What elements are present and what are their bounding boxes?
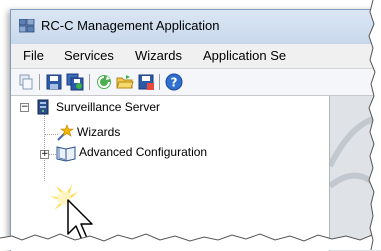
help-icon[interactable]: ? [165, 73, 183, 91]
torn-edge-right [368, 0, 381, 250]
menu-file[interactable]: File [23, 47, 44, 64]
tree-item-wizards[interactable]: Wizards [77, 125, 120, 139]
collapse-toggle[interactable]: − [20, 102, 29, 112]
save-icon[interactable] [45, 73, 63, 91]
wizard-icon [57, 124, 74, 141]
menu-bar: File Services Wizards Application Se [11, 44, 381, 69]
menu-wizards[interactable]: Wizards [135, 47, 182, 64]
menu-application-settings[interactable]: Application Se [203, 47, 286, 64]
save-all-icon[interactable] [66, 73, 84, 91]
copy-icon[interactable] [17, 73, 35, 91]
torn-edge-bottom [0, 233, 381, 250]
toolbar-separator [39, 74, 40, 90]
menu-services[interactable]: Services [64, 47, 114, 64]
app-icon [19, 19, 35, 33]
window-title: RC-C Management Application [41, 18, 220, 33]
refresh-icon[interactable] [95, 73, 113, 91]
toolbar-separator [89, 74, 90, 90]
save-as-icon[interactable] [137, 73, 155, 91]
book-icon [56, 146, 76, 162]
open-folder-icon[interactable] [116, 73, 134, 91]
expand-toggle[interactable]: + [40, 149, 49, 159]
title-bar[interactable]: RC-C Management Application [11, 10, 381, 44]
svg-text:?: ? [171, 76, 178, 90]
server-icon [37, 99, 49, 115]
tree-item-surveillance-server[interactable]: Surveillance Server [56, 100, 160, 114]
toolbar: ? [11, 69, 381, 96]
toolbar-separator [159, 74, 160, 90]
tree-item-advanced-configuration[interactable]: Advanced Configuration [79, 145, 207, 159]
